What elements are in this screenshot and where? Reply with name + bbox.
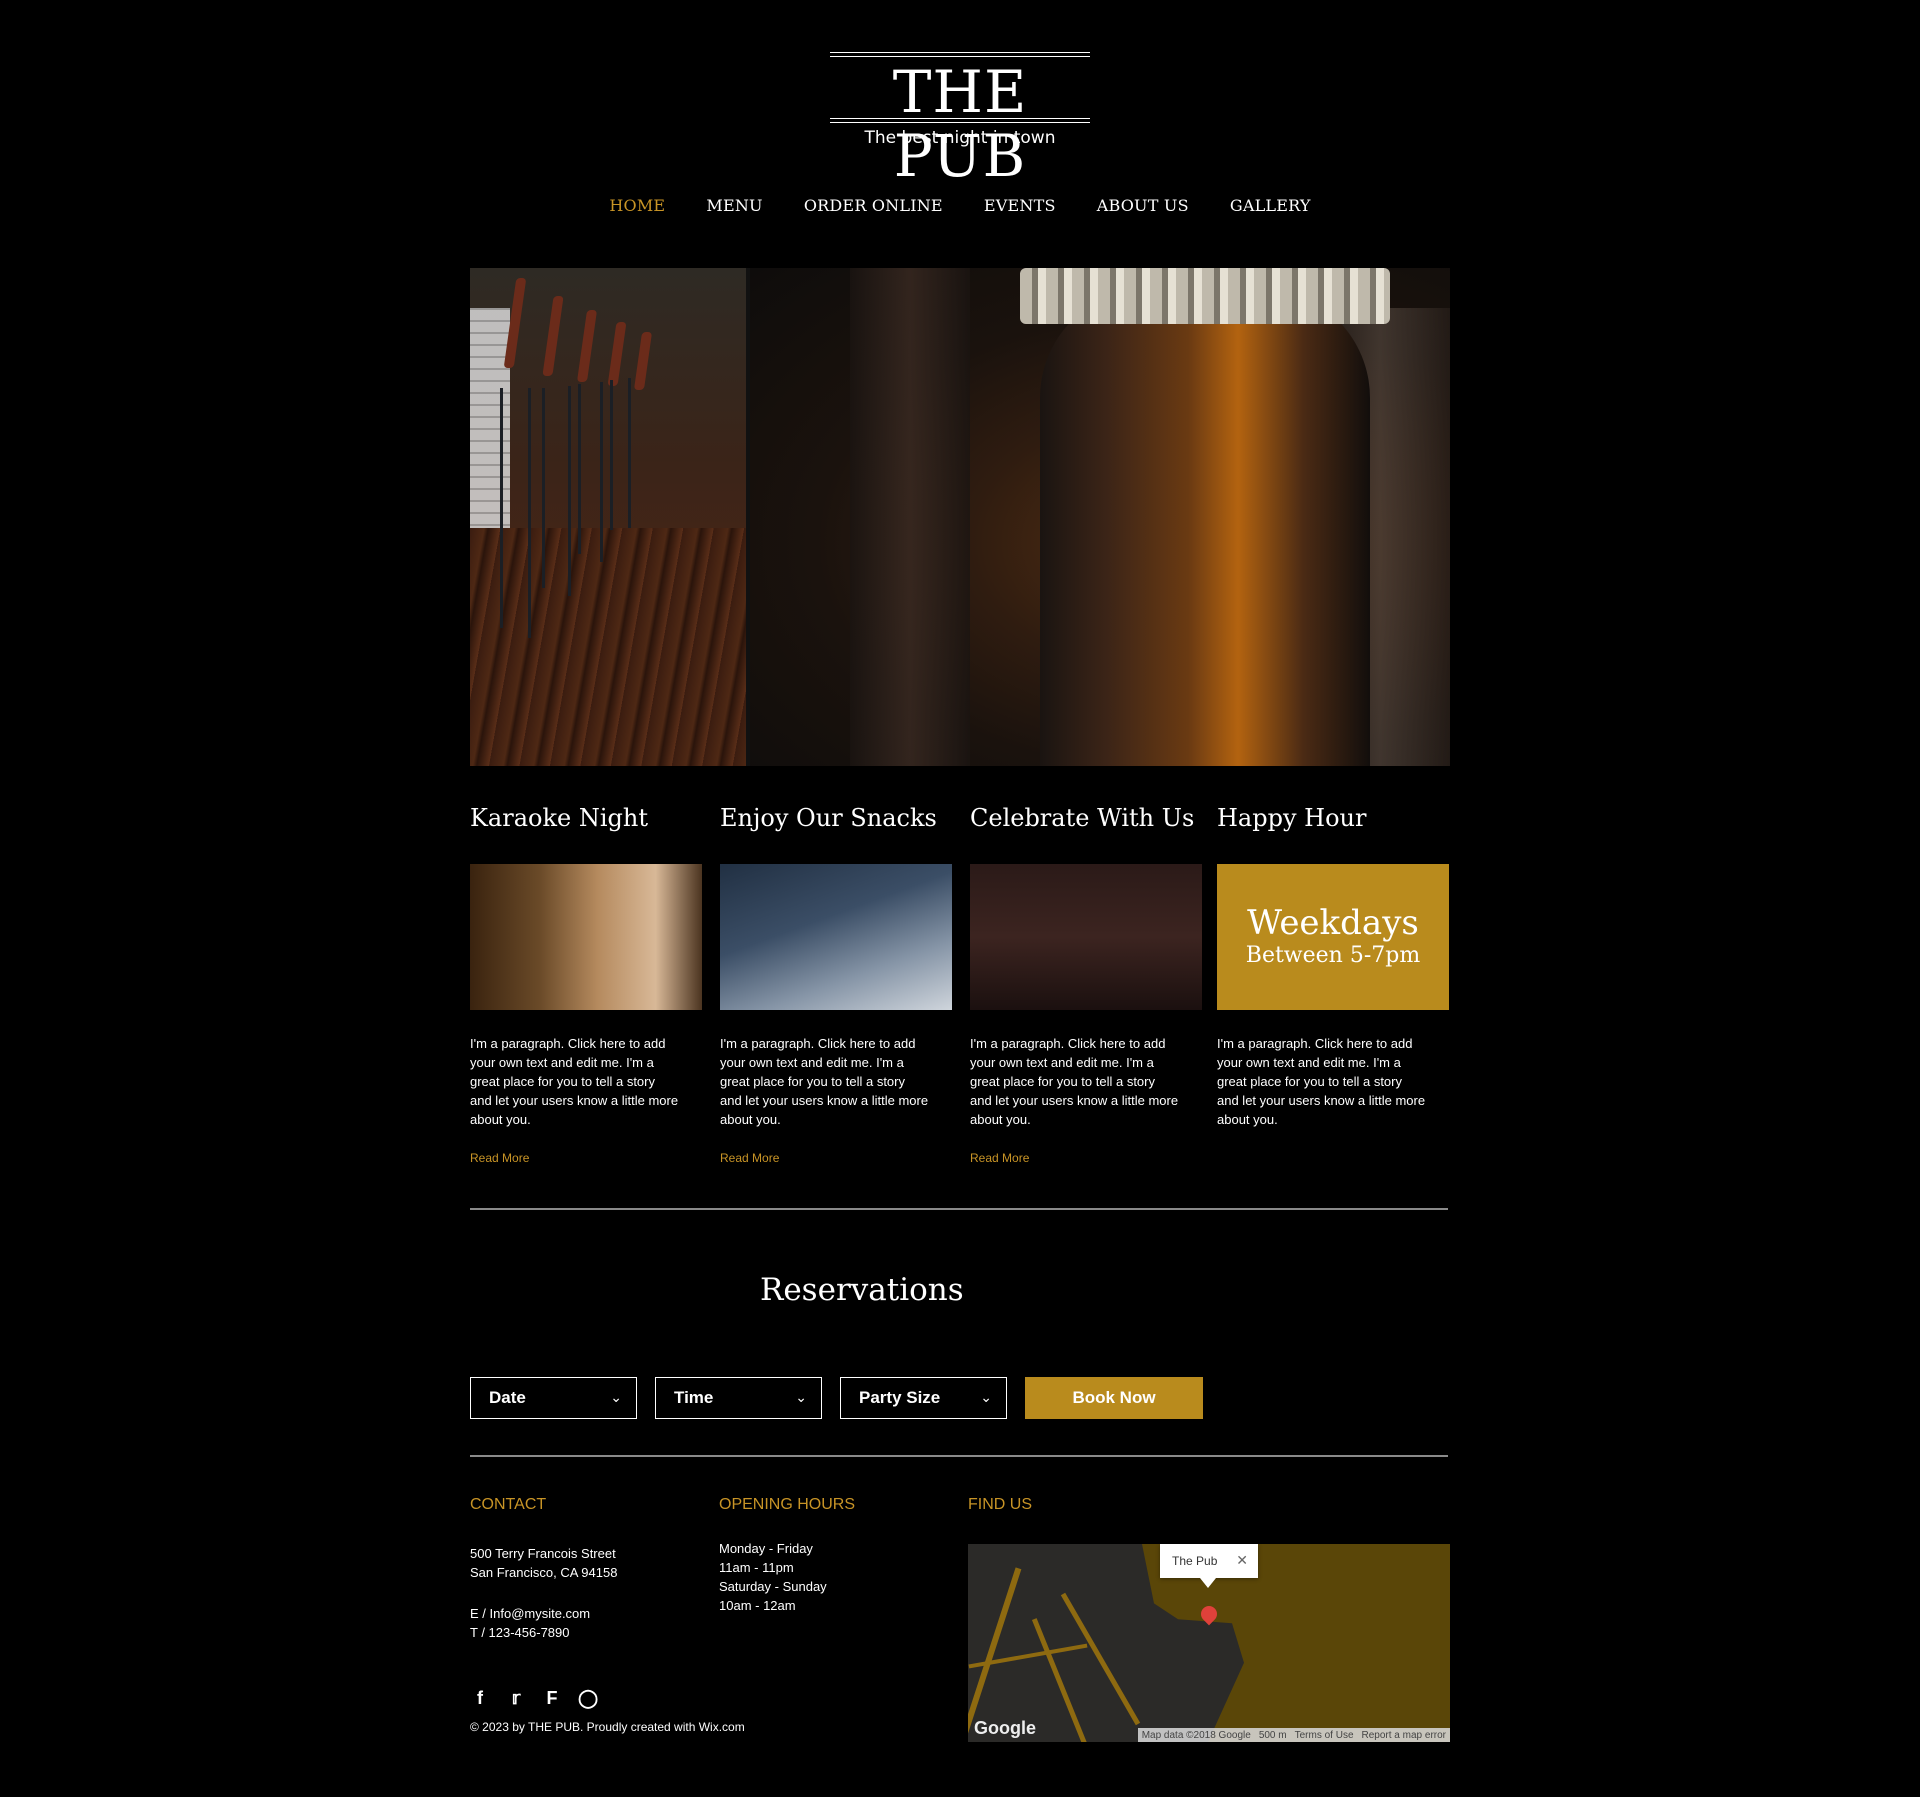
opening-hours-heading: OPENING HOURS <box>719 1496 856 1513</box>
nav-events[interactable]: EVENTS <box>984 196 1056 215</box>
nav-home[interactable]: HOME <box>609 196 665 215</box>
contact-details: E / Info@mysite.com T / 123-456-7890 <box>470 1604 590 1642</box>
party-size-select-label: Party Size <box>859 1388 941 1407</box>
feature-title: Enjoy Our Snacks <box>720 804 937 832</box>
find-us-heading: FIND US <box>968 1496 1032 1513</box>
feature-happy-hour: Happy Hour Weekdays Between 5-7pm I'm a … <box>1217 804 1449 1129</box>
book-now-button[interactable]: Book Now <box>1025 1377 1203 1419</box>
logo-rule-top-2 <box>830 56 1090 57</box>
logo-rule-bottom-2 <box>830 122 1090 123</box>
map-scale: 500 m <box>1258 1729 1287 1741</box>
hours-line: 10am - 12am <box>719 1598 796 1613</box>
banner-hours: Between 5-7pm <box>1245 943 1421 968</box>
facebook-icon[interactable]: f <box>470 1688 490 1708</box>
read-more-link[interactable]: Read More <box>470 1151 702 1165</box>
divider <box>470 1208 1448 1210</box>
google-map[interactable]: The Pub ✕ Google Map data ©2018 Google 5… <box>968 1544 1450 1742</box>
time-select-label: Time <box>674 1388 714 1407</box>
chevron-down-icon: ⌄ <box>610 1389 622 1405</box>
site-logo[interactable]: THE PUB The best night in town <box>830 50 1090 188</box>
date-select[interactable]: Date ⌄ <box>470 1377 637 1419</box>
time-select[interactable]: Time ⌄ <box>655 1377 822 1419</box>
foursquare-icon[interactable]: F <box>542 1688 562 1708</box>
feature-paragraph: I'm a paragraph. Click here to add your … <box>470 1036 679 1127</box>
map-attribution: Map data ©2018 Google 500 m Terms of Use… <box>1137 1728 1450 1742</box>
feature-title: Happy Hour <box>1217 804 1367 832</box>
reservations-title: Reservations <box>760 1272 964 1308</box>
nav-menu[interactable]: MENU <box>706 196 762 215</box>
contact-email[interactable]: E / Info@mysite.com <box>470 1604 590 1623</box>
logo-title: THE PUB <box>892 58 1028 190</box>
address-line-2: San Francisco, CA 94158 <box>470 1565 618 1580</box>
logo-tagline: The best night in town <box>864 128 1056 148</box>
hero-bar-stools-image <box>470 268 746 766</box>
banner-weekdays: Weekdays <box>1247 903 1419 943</box>
copyright: © 2023 by THE PUB. Proudly created with … <box>470 1720 745 1734</box>
nav-about-us[interactable]: ABOUT US <box>1097 196 1189 215</box>
twitter-icon[interactable]: 𝕣 <box>506 1688 526 1708</box>
report-error-link[interactable]: Report a map error <box>1362 1730 1446 1741</box>
feature-title: Karaoke Night <box>470 804 648 832</box>
feature-karaoke: Karaoke Night I'm a paragraph. Click her… <box>470 804 702 1165</box>
feature-title: Celebrate With Us <box>970 804 1195 832</box>
main-nav: HOME MENU ORDER ONLINE EVENTS ABOUT US G… <box>0 196 1920 215</box>
hours-line: 11am - 11pm <box>719 1560 794 1575</box>
glasses-image <box>970 864 1202 1010</box>
hero-beer-bottle-image <box>750 268 1450 766</box>
feature-paragraph: I'm a paragraph. Click here to add your … <box>1217 1036 1426 1127</box>
map-popup: The Pub ✕ <box>1160 1544 1258 1588</box>
date-select-label: Date <box>489 1388 526 1407</box>
happy-hour-banner: Weekdays Between 5-7pm <box>1217 864 1449 1010</box>
nav-gallery[interactable]: GALLERY <box>1230 196 1311 215</box>
nav-order-online[interactable]: ORDER ONLINE <box>804 196 943 215</box>
contact-phone: T / 123-456-7890 <box>470 1625 570 1640</box>
read-more-link[interactable]: Read More <box>720 1151 952 1165</box>
karaoke-image <box>470 864 702 1010</box>
instagram-icon[interactable]: ◯ <box>578 1688 598 1708</box>
opening-hours: Monday - Friday 11am - 11pm Saturday - S… <box>719 1539 827 1615</box>
google-logo: Google <box>974 1718 1036 1738</box>
map-data-credit: Map data ©2018 Google <box>1141 1729 1251 1741</box>
chevron-down-icon: ⌄ <box>980 1389 992 1405</box>
contact-heading: CONTACT <box>470 1496 547 1513</box>
read-more-link[interactable]: Read More <box>970 1151 1202 1165</box>
logo-rule-top <box>830 52 1090 53</box>
hero-image <box>470 268 1450 766</box>
snacks-image <box>720 864 952 1010</box>
party-size-select[interactable]: Party Size ⌄ <box>840 1377 1007 1419</box>
feature-celebrate: Celebrate With Us I'm a paragraph. Click… <box>970 804 1202 1165</box>
chevron-down-icon: ⌄ <box>795 1389 807 1405</box>
logo-rule-bottom <box>830 118 1090 119</box>
feature-paragraph: I'm a paragraph. Click here to add your … <box>720 1036 929 1127</box>
terms-link[interactable]: Terms of Use <box>1295 1730 1354 1741</box>
feature-snacks: Enjoy Our Snacks I'm a paragraph. Click … <box>720 804 952 1165</box>
feature-paragraph: I'm a paragraph. Click here to add your … <box>970 1036 1179 1127</box>
close-icon[interactable]: ✕ <box>1236 1552 1248 1569</box>
address-line-1: 500 Terry Francois Street <box>470 1546 616 1561</box>
hours-line: Monday - Friday <box>719 1541 813 1556</box>
hours-line: Saturday - Sunday <box>719 1579 827 1594</box>
contact-address: 500 Terry Francois Street San Francisco,… <box>470 1544 617 1582</box>
map-popup-label: The Pub <box>1172 1554 1218 1568</box>
social-links: f 𝕣 F ◯ <box>470 1688 598 1708</box>
divider <box>470 1455 1448 1457</box>
